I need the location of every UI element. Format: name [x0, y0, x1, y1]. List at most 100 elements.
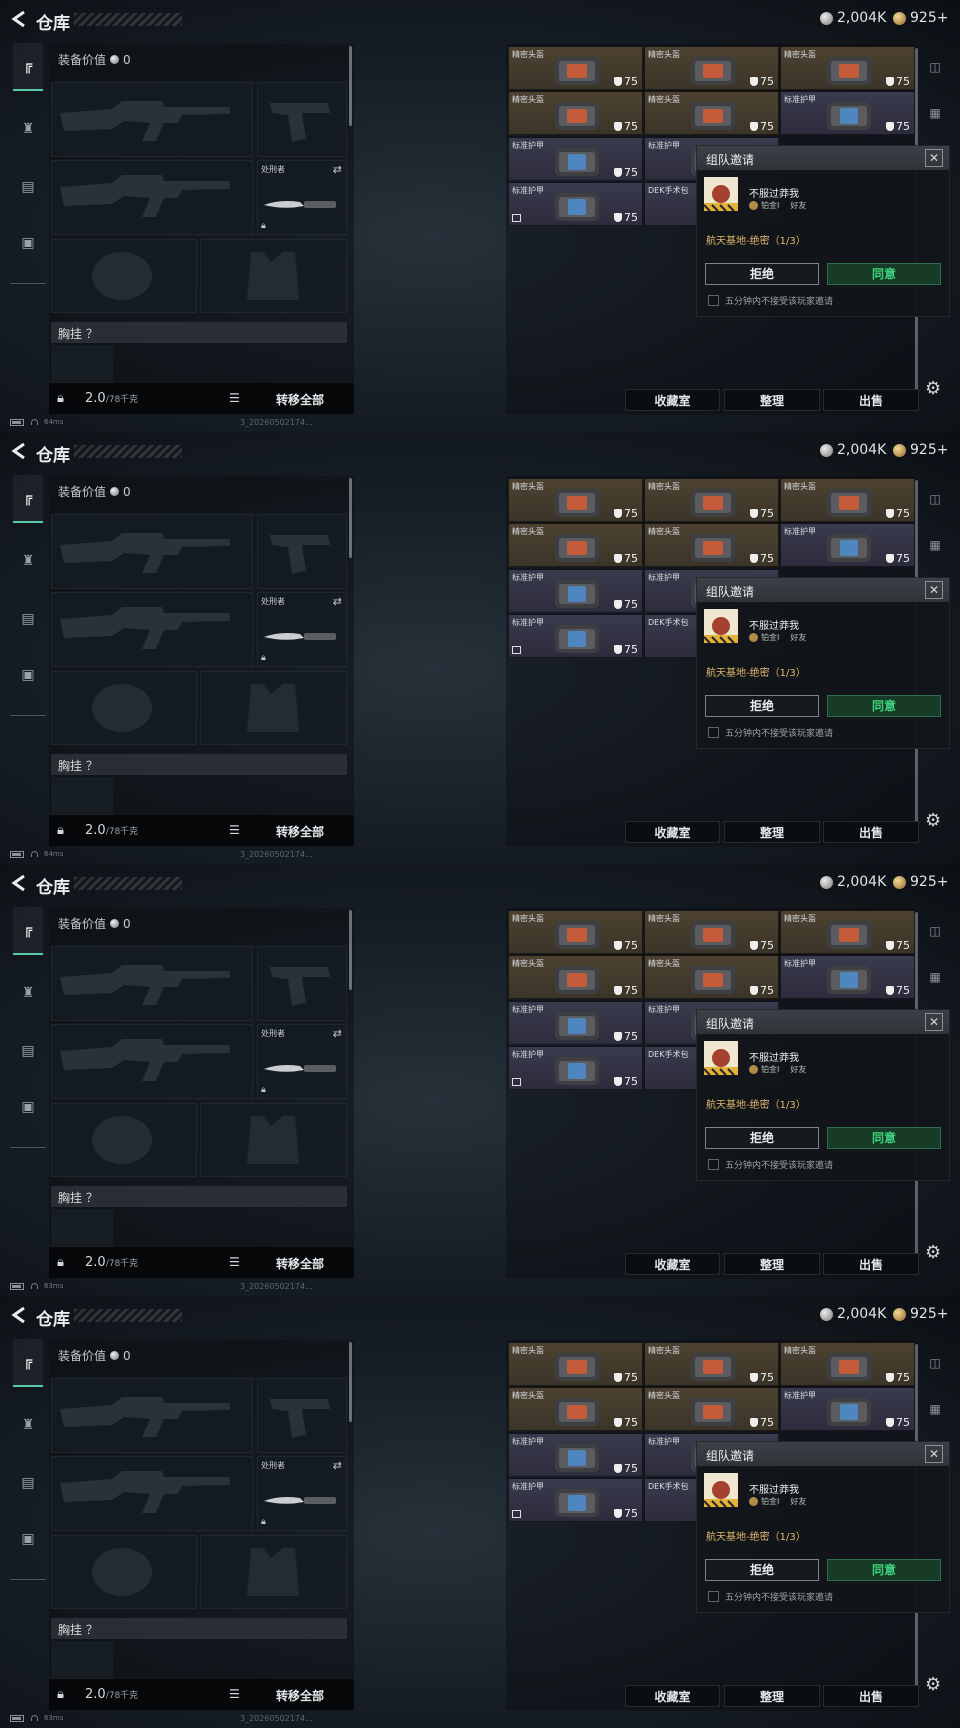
storage-item[interactable]: 精密头盔 75 — [508, 523, 643, 567]
primary-weapon-slot[interactable] — [51, 82, 253, 157]
storage-item[interactable]: 标准护甲 75 — [508, 1001, 643, 1045]
storage-item[interactable]: 精密头盔 75 — [644, 478, 779, 522]
primary-weapon-slot[interactable] — [51, 514, 253, 589]
accept-button[interactable]: 同意 — [827, 1559, 941, 1581]
secondary-weapon-slot[interactable] — [51, 1456, 253, 1531]
collection-button[interactable]: 收藏室 — [625, 389, 720, 411]
body-armor-slot[interactable] — [200, 1103, 347, 1177]
storage-item[interactable]: 标准护甲 75 — [508, 1433, 643, 1477]
storage-item[interactable]: 精密头盔 75 — [780, 910, 915, 954]
chest-rig-header[interactable]: 胸挂 ？ — [51, 754, 347, 775]
gold-currency[interactable]: 925+ — [893, 442, 948, 458]
helmet-slot[interactable] — [51, 1103, 197, 1177]
sort-button[interactable]: 整理 — [724, 821, 820, 843]
storage-item[interactable]: 精密头盔 75 — [508, 955, 643, 999]
list-icon[interactable]: ☰ — [229, 1687, 240, 1701]
collection-button[interactable]: 收藏室 — [625, 821, 720, 843]
accept-button[interactable]: 同意 — [827, 695, 941, 717]
settings-gear-icon[interactable]: ⚙ — [925, 1244, 943, 1262]
body-armor-slot[interactable] — [200, 671, 347, 745]
sell-button[interactable]: 出售 — [823, 1253, 919, 1275]
close-icon[interactable]: ✕ — [925, 1013, 943, 1031]
tab-gear[interactable]: ▤ — [13, 1459, 43, 1507]
accept-button[interactable]: 同意 — [827, 263, 941, 285]
back-arrow-icon[interactable] — [10, 1306, 28, 1324]
mute-invite-checkbox[interactable] — [708, 727, 719, 738]
chest-rig-slot[interactable] — [51, 345, 113, 385]
storage-filter-icon[interactable]: ◫ — [924, 924, 946, 946]
tab-gear[interactable]: ▤ — [13, 163, 43, 211]
storage-item[interactable]: 标准护甲 75 — [508, 1046, 643, 1090]
list-icon[interactable]: ☰ — [229, 823, 240, 837]
tab-case[interactable]: ▣ — [13, 651, 43, 699]
storage-filter-icon[interactable]: ◫ — [924, 1356, 946, 1378]
swap-icon[interactable]: ⇄ — [333, 1027, 342, 1040]
storage-item[interactable]: 标准护甲 75 — [508, 137, 643, 181]
tab-gear[interactable]: ▤ — [13, 595, 43, 643]
tab-armor[interactable]: ♜ — [13, 969, 43, 1017]
close-icon[interactable]: ✕ — [925, 149, 943, 167]
equipment-scrollbar[interactable] — [349, 1342, 352, 1422]
chest-rig-header[interactable]: 胸挂 ？ — [51, 1186, 347, 1207]
tab-case[interactable]: ▣ — [13, 219, 43, 267]
back-arrow-icon[interactable] — [10, 442, 28, 460]
tab-weapons[interactable]: ╔ — [13, 907, 43, 955]
list-icon[interactable]: ☰ — [229, 1255, 240, 1269]
melee-slot[interactable]: 处刑者 ⇄ 🔒︎ — [257, 1024, 347, 1099]
body-armor-slot[interactable] — [200, 1535, 347, 1609]
close-icon[interactable]: ✕ — [925, 581, 943, 599]
mute-invite-checkbox[interactable] — [708, 295, 719, 306]
sort-button[interactable]: 整理 — [724, 1253, 820, 1275]
tab-weapons[interactable]: ╔ — [13, 475, 43, 523]
melee-slot[interactable]: 处刑者 ⇄ 🔒︎ — [257, 592, 347, 667]
primary-weapon-slot[interactable] — [51, 1378, 253, 1453]
chest-rig-header[interactable]: 胸挂 ？ — [51, 322, 347, 343]
chest-rig-slot[interactable] — [51, 1209, 113, 1249]
storage-item[interactable]: 精密头盔 75 — [508, 1387, 643, 1431]
swap-icon[interactable]: ⇄ — [333, 1459, 342, 1472]
storage-item[interactable]: 精密头盔 75 — [644, 46, 779, 90]
back-arrow-icon[interactable] — [10, 10, 28, 28]
swap-icon[interactable]: ⇄ — [333, 595, 342, 608]
storage-tag-icon[interactable]: ▦ — [924, 970, 946, 992]
sort-button[interactable]: 整理 — [724, 1685, 820, 1707]
sort-button[interactable]: 整理 — [724, 389, 820, 411]
storage-item[interactable]: 精密头盔 75 — [644, 91, 779, 135]
sell-button[interactable]: 出售 — [823, 1685, 919, 1707]
storage-item[interactable]: 标准护甲 75 — [508, 1478, 643, 1522]
melee-slot[interactable]: 处刑者 ⇄ 🔒︎ — [257, 160, 347, 235]
storage-filter-icon[interactable]: ◫ — [924, 492, 946, 514]
melee-slot[interactable]: 处刑者 ⇄ 🔒︎ — [257, 1456, 347, 1531]
storage-item[interactable]: 精密头盔 75 — [508, 46, 643, 90]
transfer-all-button[interactable]: 转移全部 — [276, 823, 324, 840]
storage-item[interactable]: 精密头盔 75 — [644, 523, 779, 567]
secondary-weapon-slot[interactable] — [51, 160, 253, 235]
storage-tag-icon[interactable]: ▦ — [924, 1402, 946, 1424]
pistol-slot[interactable] — [257, 82, 347, 157]
storage-item[interactable]: 标准护甲 75 — [780, 1387, 915, 1431]
list-icon[interactable]: ☰ — [229, 391, 240, 405]
storage-item[interactable]: 精密头盔 75 — [644, 1387, 779, 1431]
settings-gear-icon[interactable]: ⚙ — [925, 380, 943, 398]
swap-icon[interactable]: ⇄ — [333, 163, 342, 176]
pistol-slot[interactable] — [257, 946, 347, 1021]
refuse-button[interactable]: 拒绝 — [705, 695, 819, 717]
gold-currency[interactable]: 925+ — [893, 1306, 948, 1322]
storage-item[interactable]: 精密头盔 75 — [508, 1342, 643, 1386]
equipment-scrollbar[interactable] — [349, 46, 352, 126]
storage-item[interactable]: 标准护甲 75 — [780, 955, 915, 999]
close-icon[interactable]: ✕ — [925, 1445, 943, 1463]
tab-weapons[interactable]: ╔ — [13, 43, 43, 91]
storage-item[interactable]: 精密头盔 75 — [508, 910, 643, 954]
equipment-scrollbar[interactable] — [349, 910, 352, 990]
storage-item[interactable]: 精密头盔 75 — [780, 46, 915, 90]
storage-item[interactable]: 标准护甲 75 — [508, 614, 643, 658]
storage-item[interactable]: 精密头盔 75 — [644, 910, 779, 954]
tab-gear[interactable]: ▤ — [13, 1027, 43, 1075]
secondary-weapon-slot[interactable] — [51, 1024, 253, 1099]
storage-tag-icon[interactable]: ▦ — [924, 106, 946, 128]
refuse-button[interactable]: 拒绝 — [705, 1559, 819, 1581]
mute-invite-checkbox[interactable] — [708, 1591, 719, 1602]
accept-button[interactable]: 同意 — [827, 1127, 941, 1149]
helmet-slot[interactable] — [51, 239, 197, 313]
